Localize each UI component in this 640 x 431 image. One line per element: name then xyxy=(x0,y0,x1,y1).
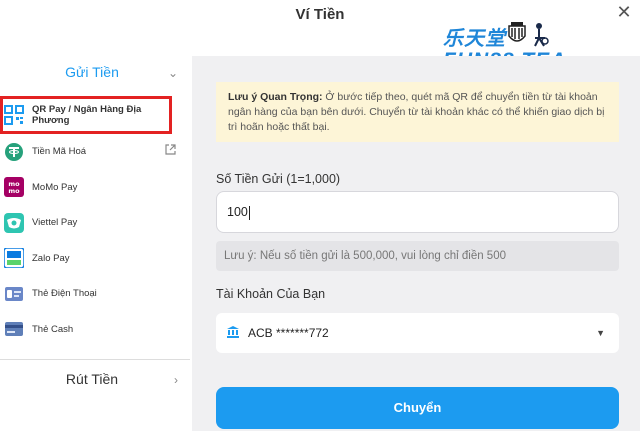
tether-icon xyxy=(4,142,24,162)
important-notice: Lưu ý Quan Trọng: Ở bước tiếp theo, quét… xyxy=(216,82,619,142)
sidebar-item-viettel-pay[interactable]: Viettel Pay xyxy=(0,205,190,241)
svg-text:mo: mo xyxy=(8,187,20,195)
transfer-button[interactable]: Chuyển xyxy=(216,387,619,429)
chevron-right-icon: › xyxy=(174,373,178,387)
account-select-value: ACB *******772 xyxy=(248,326,329,340)
sidebar: Gửi Tiền ⌄ QR Pay / Ngân Hàng Địa Phương xyxy=(0,46,190,431)
sidebar-divider xyxy=(0,359,190,360)
viettel-pay-icon xyxy=(4,212,24,233)
sidebar-item-label: Zalo Pay xyxy=(32,252,70,264)
momo-icon: mo mo xyxy=(4,177,24,198)
amount-input[interactable]: 100 xyxy=(216,191,619,233)
cash-card-icon xyxy=(4,319,24,339)
brand-logo-chinese: 乐天堂 xyxy=(443,28,506,50)
notice-title: Lưu ý Quan Trọng: xyxy=(228,91,323,103)
sidebar-item-qr-pay[interactable]: QR Pay / Ngân Hàng Địa Phương xyxy=(0,96,172,134)
sidebar-item-momo[interactable]: mo mo MoMo Pay xyxy=(0,170,190,206)
newcastle-crest-icon xyxy=(508,22,526,42)
zalo-pay-icon xyxy=(4,248,24,269)
sidebar-item-phone-card[interactable]: Thẻ Điện Thoại xyxy=(0,276,190,312)
deposit-section-toggle[interactable]: Gửi Tiền ⌄ xyxy=(0,64,190,86)
sidebar-item-cash-card[interactable]: Thẻ Cash xyxy=(0,312,190,348)
withdraw-section-toggle[interactable]: Rút Tiền › xyxy=(0,371,190,393)
amount-value: 100 xyxy=(227,205,248,219)
page-title: Ví Tiền xyxy=(295,6,345,23)
sidebar-item-zalo-pay[interactable]: Zalo Pay xyxy=(0,241,190,277)
phone-card-icon xyxy=(4,284,24,304)
withdraw-section-label: Rút Tiền xyxy=(65,371,119,387)
qr-code-icon xyxy=(4,105,24,125)
chevron-down-icon: ⌄ xyxy=(167,66,178,80)
account-label: Tài Khoản Của Bạn xyxy=(216,287,326,301)
text-cursor xyxy=(248,205,250,220)
close-button[interactable]: ✕ xyxy=(614,2,634,22)
sidebar-item-label: Thẻ Điện Thoại xyxy=(32,288,97,300)
sidebar-item-label: Tiền Mã Hoá xyxy=(32,146,87,158)
sidebar-item-label: Thẻ Cash xyxy=(32,323,74,335)
external-link-icon[interactable] xyxy=(165,144,176,158)
deposit-form-panel: Lưu ý Quan Trọng: Ở bước tiếp theo, quét… xyxy=(192,56,640,431)
sidebar-item-label: MoMo Pay xyxy=(32,181,78,193)
caret-down-icon: ▼ xyxy=(596,328,605,338)
bank-icon xyxy=(227,326,239,338)
amount-label: Số Tiền Gửi (1=1,000) xyxy=(216,172,341,186)
sidebar-item-crypto[interactable]: Tiền Mã Hoá xyxy=(0,134,190,170)
tottenham-crest-icon xyxy=(534,23,549,47)
sidebar-item-label: QR Pay / Ngân Hàng Địa Phương xyxy=(32,104,142,126)
deposit-method-list: QR Pay / Ngân Hàng Địa Phương Tiền Mã Ho… xyxy=(0,96,190,347)
account-select[interactable]: ACB *******772 ▼ xyxy=(216,313,619,353)
deposit-section-label: Gửi Tiền xyxy=(65,64,119,80)
sidebar-item-label: Viettel Pay xyxy=(32,217,78,229)
amount-hint: Lưu ý: Nếu số tiền gửi là 500,000, vui l… xyxy=(216,241,619,271)
